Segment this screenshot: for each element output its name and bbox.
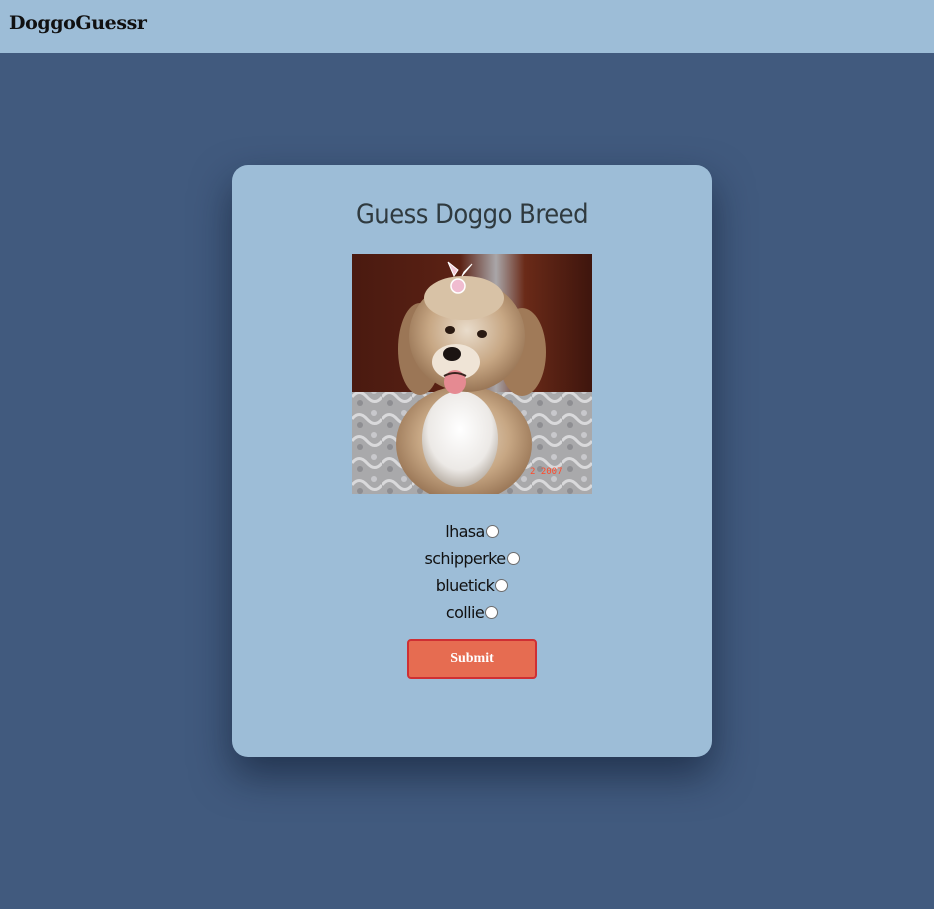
option-label: schipperke bbox=[424, 549, 507, 568]
option-schipperke[interactable]: schipperke bbox=[232, 545, 712, 572]
breed-options: lhasa schipperke bluetick collie bbox=[232, 518, 712, 626]
submit-button[interactable]: Submit bbox=[407, 639, 537, 679]
top-navbar: DoggoGuessr bbox=[0, 0, 934, 53]
option-label: bluetick bbox=[435, 576, 495, 595]
option-label: collie bbox=[445, 603, 485, 622]
option-lhasa[interactable]: lhasa bbox=[232, 518, 712, 545]
radio-bluetick[interactable] bbox=[495, 579, 509, 592]
photo-date-stamp: 2 2007 bbox=[530, 467, 563, 477]
brand-logo[interactable]: DoggoGuessr bbox=[9, 12, 147, 34]
option-label: lhasa bbox=[445, 522, 485, 541]
dog-photo: 2 2007 bbox=[352, 254, 592, 494]
radio-schipperke[interactable] bbox=[506, 552, 520, 565]
option-bluetick[interactable]: bluetick bbox=[232, 572, 712, 599]
radio-collie[interactable] bbox=[485, 606, 499, 619]
radio-lhasa[interactable] bbox=[485, 525, 499, 538]
quiz-card: Guess Doggo Breed 2 2007 lhasa schipperk… bbox=[232, 165, 712, 757]
card-title: Guess Doggo Breed bbox=[355, 199, 589, 230]
option-collie[interactable]: collie bbox=[232, 599, 712, 626]
